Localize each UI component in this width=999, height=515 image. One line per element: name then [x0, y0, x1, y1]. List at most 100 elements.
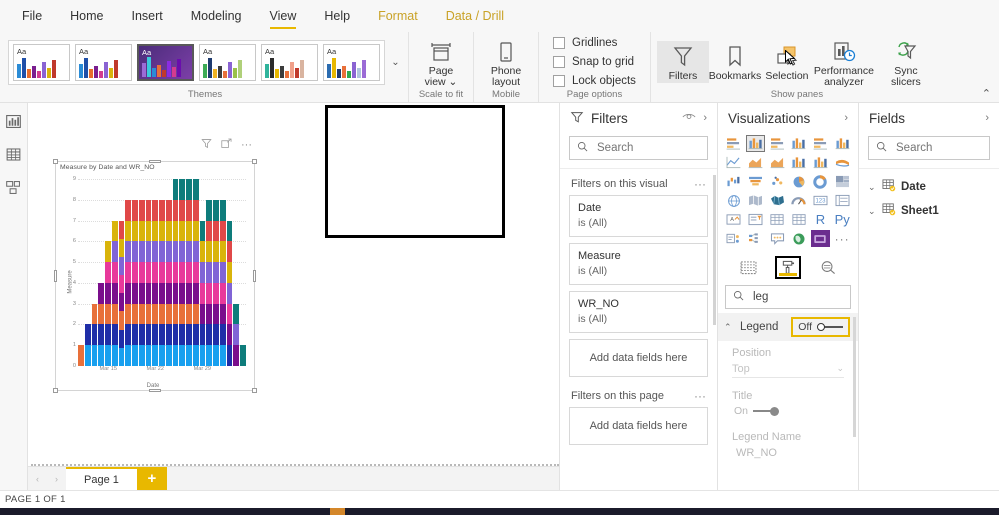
bar-segment[interactable] [132, 262, 138, 283]
chevron-down-icon[interactable]: ⌄ [868, 182, 877, 193]
bar-segment[interactable] [186, 282, 192, 304]
bar-segment[interactable] [118, 256, 125, 276]
bar-segment[interactable] [186, 241, 192, 263]
bar-segment[interactable] [159, 282, 165, 304]
format-tab[interactable] [775, 256, 801, 279]
legend-toggle[interactable]: Off [791, 317, 850, 337]
menu-item-modeling[interactable]: Modeling [177, 0, 256, 32]
bar-segment[interactable] [233, 345, 240, 366]
line-stacked-column-chart-icon[interactable] [789, 154, 809, 171]
analytics-tab[interactable] [815, 256, 841, 279]
bar-segment[interactable] [186, 179, 192, 200]
bar-segment[interactable] [105, 303, 111, 325]
bar-segment[interactable] [199, 303, 206, 325]
bar-segment[interactable] [111, 303, 118, 325]
legend-title-toggle-switch[interactable] [753, 406, 780, 416]
stacked-bar[interactable] [111, 220, 118, 366]
bar-segment[interactable] [179, 199, 186, 221]
bar-segment[interactable] [91, 324, 98, 346]
resize-handle-tr[interactable] [252, 159, 257, 164]
rail-item-data-view[interactable] [4, 144, 24, 164]
filled-map-icon[interactable] [746, 192, 766, 209]
theme-card[interactable]: Aa [261, 43, 318, 81]
bar-segment[interactable] [132, 220, 138, 242]
legend-name-value[interactable]: WR_NO [718, 444, 858, 462]
stacked-bar[interactable] [91, 303, 98, 366]
bar-segment[interactable] [219, 262, 226, 283]
bar-segment[interactable] [111, 262, 118, 283]
bar-segment[interactable] [186, 220, 192, 242]
bar-segment[interactable] [179, 282, 186, 304]
gauge-icon[interactable] [789, 192, 809, 209]
qna-icon[interactable] [767, 230, 787, 247]
stacked-bar[interactable] [219, 199, 226, 366]
bar-segment[interactable] [152, 282, 159, 304]
bar-segment[interactable] [165, 282, 172, 304]
bar-segment[interactable] [192, 345, 199, 366]
scatter-chart-icon[interactable] [767, 173, 787, 190]
resize-handle-top[interactable] [149, 160, 161, 163]
clustered-bar-chart-icon[interactable] [767, 135, 787, 152]
bar-segment[interactable] [213, 241, 219, 263]
map-icon[interactable] [724, 192, 744, 209]
bar-segment[interactable] [219, 199, 226, 221]
page-option-gridlines[interactable]: Gridlines [553, 37, 636, 49]
bar-segment[interactable] [172, 179, 179, 200]
bar-segment[interactable] [192, 199, 199, 221]
bar-segment[interactable] [159, 345, 165, 366]
collapse-fields-pane-icon[interactable]: › [985, 112, 989, 124]
bar-segment[interactable] [192, 241, 199, 263]
100-stacked-bar-chart-icon[interactable] [811, 135, 831, 152]
page-prev-button[interactable]: ‹ [28, 467, 47, 490]
bar-segment[interactable] [132, 324, 138, 346]
bar-segment[interactable] [206, 241, 213, 263]
bar-segment[interactable] [125, 303, 132, 325]
page-next-button[interactable]: › [47, 467, 66, 490]
bar-segment[interactable] [213, 199, 219, 221]
bar-segment[interactable] [145, 345, 152, 366]
100-stacked-column-chart-icon[interactable] [832, 135, 852, 152]
bar-segment[interactable] [145, 262, 152, 283]
bar-segment[interactable] [172, 241, 179, 263]
bar-segment[interactable] [125, 324, 132, 346]
bar-segment[interactable] [165, 241, 172, 263]
bar-segment[interactable] [226, 345, 233, 366]
stacked-bar-chart-icon[interactable] [724, 135, 744, 152]
menu-item-insert[interactable]: Insert [118, 0, 177, 32]
stacked-bar[interactable] [145, 199, 152, 366]
bar-segment[interactable] [159, 324, 165, 346]
bar-segment[interactable] [186, 199, 192, 221]
bar-segment[interactable] [206, 199, 213, 221]
bar-segment[interactable] [219, 220, 226, 242]
bar-segment[interactable] [172, 220, 179, 242]
bar-segment[interactable] [138, 241, 145, 263]
bar-segment[interactable] [199, 282, 206, 304]
bar-segment[interactable] [159, 262, 165, 283]
bar-segment[interactable] [192, 179, 199, 200]
legend-title-toggle[interactable]: On [718, 403, 858, 419]
bar-segment[interactable] [84, 345, 91, 366]
bar-segment[interactable] [138, 324, 145, 346]
bar-segment[interactable] [213, 262, 219, 283]
resize-handle-right[interactable] [253, 270, 256, 282]
theme-card[interactable]: Aa [323, 43, 380, 81]
page-option-lock-objects[interactable]: Lock objects [553, 75, 636, 87]
bar-segment[interactable] [165, 345, 172, 366]
decomposition-tree-icon[interactable] [746, 230, 766, 247]
bar-segment[interactable] [145, 282, 152, 304]
stacked-bar[interactable] [125, 199, 132, 366]
bar-segment[interactable] [179, 303, 186, 325]
bar-segment[interactable] [159, 303, 165, 325]
bar-segment[interactable] [152, 303, 159, 325]
python-visual-icon[interactable]: Py [832, 211, 852, 228]
bar-segment[interactable] [98, 345, 105, 366]
bar-segment[interactable] [132, 241, 138, 263]
show-pane-button-selection[interactable]: Selection [761, 41, 813, 83]
bar-segment[interactable] [152, 220, 159, 242]
stacked-bar[interactable] [206, 199, 213, 366]
bar-segment[interactable] [152, 199, 159, 221]
bar-segment[interactable] [138, 199, 145, 221]
waterfall-chart-icon[interactable] [724, 173, 744, 190]
theme-gallery-expand-icon[interactable]: ⌄ [389, 57, 402, 68]
bar-segment[interactable] [226, 324, 233, 346]
